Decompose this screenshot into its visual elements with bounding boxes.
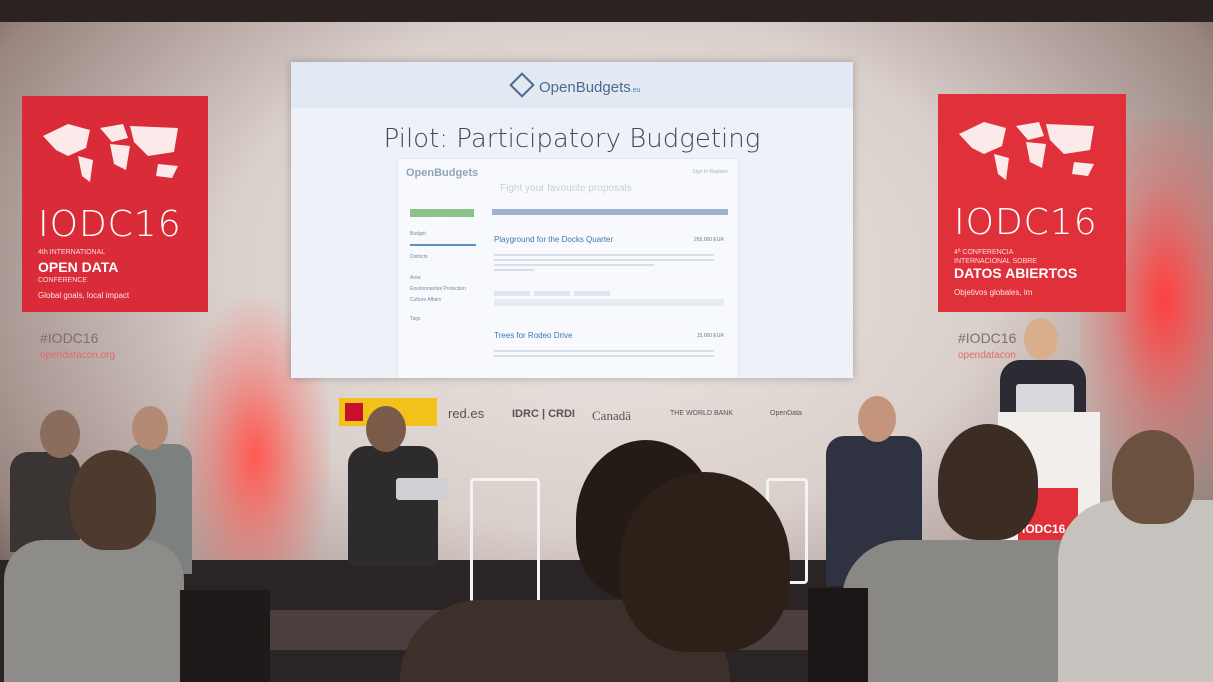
openbudgets-logo: OpenBudgets.eu bbox=[509, 72, 641, 98]
banner-tagline: Global goals, local impact bbox=[38, 291, 130, 300]
world-map-icon bbox=[959, 122, 1094, 180]
app-filter-bar bbox=[492, 209, 728, 215]
text-line bbox=[494, 355, 714, 357]
app-filter-button: Filter bbox=[410, 209, 474, 224]
right-website: opendatacon bbox=[958, 350, 1016, 361]
spain-emblem-icon bbox=[345, 403, 363, 421]
app-sidebar: Budget Districts Area Environmental Prot… bbox=[410, 231, 480, 327]
banner-subtitle: 4ª CONFERENCIA bbox=[954, 249, 1014, 256]
right-banner: IODC16 4ª CONFERENCIA INTERNACIONAL SOBR… bbox=[938, 94, 1126, 312]
panelist-3-head bbox=[366, 406, 406, 452]
ceiling bbox=[0, 0, 1213, 22]
podium-laptop bbox=[1016, 384, 1074, 414]
app-budget-slider bbox=[410, 244, 476, 246]
left-website: opendatacon.org bbox=[40, 350, 116, 361]
audience-member-4-head bbox=[938, 424, 1038, 540]
text-line bbox=[494, 264, 654, 266]
openbudgets-logo-text: OpenBudgets bbox=[539, 79, 631, 96]
app-screenshot: OpenBudgets Sign In Register Fight your … bbox=[397, 158, 739, 378]
text-line bbox=[494, 269, 534, 271]
app-more-bar bbox=[494, 299, 724, 306]
iodc-logo: IODC16 bbox=[954, 202, 1098, 243]
sponsor-logo: red.es bbox=[448, 406, 485, 421]
app-side-item: Environmental Protection bbox=[410, 286, 466, 292]
panelist-4-head bbox=[858, 396, 896, 442]
app-card-tags bbox=[494, 283, 644, 296]
panelist-3 bbox=[348, 446, 438, 566]
tag-chip bbox=[494, 291, 530, 296]
conference-stage-photo: IODC16 4th INTERNATIONAL OPEN DATA CONFE… bbox=[0, 0, 1213, 682]
audience-member-5-head bbox=[1112, 430, 1194, 524]
audience-member-1-head bbox=[70, 450, 156, 550]
app-side-item: Budget bbox=[410, 231, 426, 237]
app-side-item: Culture Affairs bbox=[410, 297, 442, 303]
sponsor-logo: OpenData bbox=[770, 410, 802, 417]
sponsor-logo: Canadä bbox=[592, 408, 631, 423]
text-line bbox=[494, 259, 714, 261]
app-search-text: Fight your favourite proposals bbox=[500, 183, 632, 194]
audience-member-5 bbox=[1058, 500, 1213, 682]
app-side-item: Tags bbox=[410, 316, 421, 322]
seat-back bbox=[808, 588, 868, 682]
seat-back bbox=[180, 590, 270, 682]
banner-title: DATOS ABIERTOS bbox=[954, 265, 1078, 281]
world-map-icon bbox=[43, 124, 178, 182]
banner-tagline: Objetivos globales, im bbox=[954, 288, 1033, 297]
slide-header: OpenBudgets.eu bbox=[291, 62, 853, 108]
right-hashtag: #IODC16 bbox=[958, 330, 1017, 346]
app-nav-right: Sign In Register bbox=[692, 169, 728, 175]
app-side-item: Districts bbox=[410, 254, 428, 260]
white-chair bbox=[470, 478, 540, 604]
openbudgets-logo-suffix: .eu bbox=[630, 87, 641, 94]
app-card-amount: 15,000 EUR bbox=[696, 333, 724, 339]
app-brand: OpenBudgets bbox=[406, 167, 479, 179]
app-card-text bbox=[494, 251, 714, 274]
app-card-amount: 265,000 EUR bbox=[693, 237, 724, 243]
openbudgets-icon bbox=[509, 72, 535, 98]
podium-sign-text: IODC16 bbox=[1022, 522, 1066, 536]
app-filter-label: Filter bbox=[436, 218, 448, 224]
left-hashtag: #IODC16 bbox=[40, 330, 99, 346]
audience-member-3-head bbox=[620, 472, 790, 652]
panelist-1-head bbox=[40, 410, 80, 458]
tag-chip bbox=[574, 291, 610, 296]
app-card-title: Playground for the Docks Quarter bbox=[494, 235, 614, 244]
iodc-logo: IODC16 bbox=[38, 204, 182, 245]
text-line bbox=[494, 350, 714, 352]
text-line bbox=[494, 254, 714, 256]
app-card-text bbox=[494, 347, 714, 360]
slide-title: Pilot: Participatory Budgeting bbox=[383, 124, 761, 154]
banner-title-line1: OPEN DATA bbox=[38, 259, 119, 275]
sponsor-logo: THE WORLD BANK bbox=[670, 410, 734, 417]
speaker-head bbox=[1024, 318, 1058, 360]
app-card-title: Trees for Rodeo Drive bbox=[494, 331, 573, 340]
banner-title-line2: CONFERENCE bbox=[38, 277, 88, 284]
projection-screen: OpenBudgets.eu Pilot: Participatory Budg… bbox=[291, 62, 853, 378]
tag-chip bbox=[534, 291, 570, 296]
left-banner: IODC16 4th INTERNATIONAL OPEN DATA CONFE… bbox=[22, 96, 208, 312]
sponsor-logo: IDRC | CRDI bbox=[512, 408, 575, 420]
panelist-laptop bbox=[396, 478, 448, 500]
app-side-item: Area bbox=[410, 275, 421, 281]
banner-subtitle: 4th INTERNATIONAL bbox=[38, 249, 106, 256]
audience-member-1 bbox=[4, 540, 184, 682]
panelist-2-head bbox=[132, 406, 168, 450]
